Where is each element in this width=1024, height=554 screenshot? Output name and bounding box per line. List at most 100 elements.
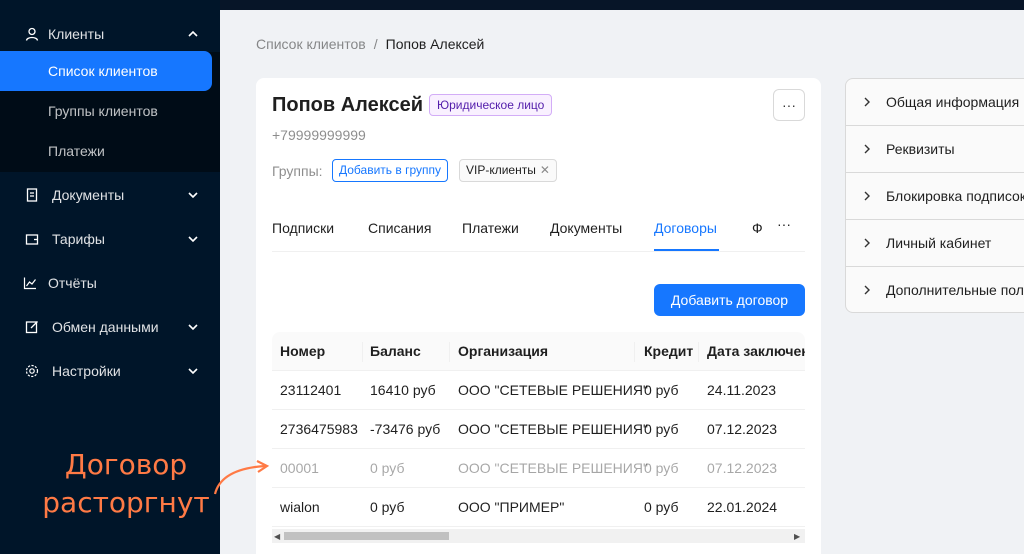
panel-item-label: Дополнительные поля — [886, 282, 1024, 298]
chevron-right-icon — [864, 144, 870, 154]
line-chart-icon — [23, 277, 36, 290]
scroll-left-icon[interactable]: ◀ — [274, 532, 280, 541]
horizontal-scrollbar[interactable]: ◀ ▶ — [272, 527, 805, 547]
client-type-tag: Юридическое лицо — [429, 94, 553, 116]
chevron-down-icon — [188, 236, 198, 243]
sidebar-item-label: Список клиентов — [48, 63, 158, 79]
column-header: Баланс — [370, 343, 421, 359]
sidebar-item-tariffs[interactable]: Тарифы — [0, 219, 220, 259]
sidebar-item-clients[interactable]: Клиенты — [0, 14, 220, 54]
breadcrumb: Список клиентов / Попов Алексей — [256, 36, 484, 52]
cell-date: 22.01.2024 — [707, 499, 778, 515]
info-panel: Общая информация Реквизиты Блокировка по… — [845, 78, 1024, 313]
annotation-callout: Договор расторгнут — [36, 446, 216, 522]
cell-balance: 0 руб — [370, 499, 405, 515]
column-header: Дата заключения — [707, 343, 805, 359]
groups-label: Группы: — [272, 163, 323, 179]
chevron-down-icon — [188, 324, 198, 331]
column-divider — [362, 342, 363, 362]
table-row[interactable]: 2736475983 -73476 руб ООО "СЕТЕВЫЕ РЕШЕН… — [272, 410, 805, 449]
chevron-right-icon — [864, 238, 870, 248]
ellipsis-icon: ··· — [782, 97, 796, 113]
column-divider — [449, 342, 450, 362]
cell-credit: 0 руб — [644, 421, 679, 437]
file-icon — [26, 188, 38, 202]
contracts-table: Номер Баланс Организация Кредит Дата зак… — [272, 332, 805, 547]
breadcrumb-current: Попов Алексей — [385, 36, 485, 52]
cell-date: 07.12.2023 — [707, 421, 778, 437]
client-card: Попов Алексей Юридическое лицо ··· +7999… — [256, 78, 821, 554]
tab-clipped[interactable]: Ф — [750, 208, 770, 248]
add-contract-button[interactable]: Добавить договор — [654, 284, 805, 316]
sidebar-item-client-groups[interactable]: Группы клиентов — [0, 91, 220, 131]
sidebar-item-label: Документы — [52, 187, 125, 203]
chevron-right-icon — [864, 285, 870, 295]
client-name: Попов Алексей — [272, 94, 424, 116]
table-row-terminated[interactable]: 00001 0 руб ООО "СЕТЕВЫЕ РЕШЕНИЯ" 0 руб … — [272, 449, 805, 488]
cell-organization: ООО "СЕТЕВЫЕ РЕШЕНИЯ" — [458, 460, 648, 476]
breadcrumb-link[interactable]: Список клиентов — [256, 36, 366, 52]
sidebar-item-reports[interactable]: Отчёты — [0, 263, 220, 303]
tab-subscriptions[interactable]: Подписки — [272, 220, 334, 236]
edit-icon — [25, 321, 38, 334]
more-actions-button[interactable]: ··· — [773, 89, 805, 121]
gear-icon — [25, 364, 39, 378]
sidebar-item-label: Клиенты — [48, 26, 105, 42]
table-row[interactable]: 23112401 16410 руб ООО "СЕТЕВЫЕ РЕШЕНИЯ"… — [272, 371, 805, 410]
cell-balance: 0 руб — [370, 460, 405, 476]
sidebar-item-data-exchange[interactable]: Обмен данными — [0, 307, 220, 347]
tab-contracts[interactable]: Договоры — [654, 220, 717, 236]
tab-charges[interactable]: Списания — [368, 220, 431, 236]
cell-organization: ООО "СЕТЕВЫЕ РЕШЕНИЯ" — [458, 421, 648, 437]
sidebar-item-label: Обмен данными — [52, 319, 159, 335]
table-row[interactable]: wialon 0 руб ООО "ПРИМЕР" 0 руб 22.01.20… — [272, 488, 805, 527]
tabs-more-button[interactable]: ··· — [777, 216, 791, 232]
group-tag: VIP-клиенты ✕ — [459, 159, 557, 182]
panel-item-label: Блокировка подписок — [886, 188, 1024, 204]
sidebar-item-label: Группы клиентов — [48, 103, 158, 119]
panel-item-label: Общая информация — [886, 94, 1020, 110]
panel-item-personal-account[interactable]: Личный кабинет — [846, 220, 1024, 267]
sidebar-item-settings[interactable]: Настройки — [0, 351, 220, 391]
column-divider — [634, 342, 635, 362]
cell-credit: 0 руб — [644, 460, 679, 476]
sidebar-item-documents[interactable]: Документы — [0, 175, 220, 215]
table-header: Номер Баланс Организация Кредит Дата зак… — [272, 332, 805, 371]
close-icon[interactable]: ✕ — [540, 163, 550, 177]
sidebar-item-label: Отчёты — [48, 275, 97, 291]
cell-number: 2736475983 — [280, 421, 358, 437]
panel-item-additional-fields[interactable]: Дополнительные поля — [846, 267, 1024, 312]
wallet-icon — [25, 234, 39, 245]
add-to-group-button[interactable]: Добавить в группу — [332, 159, 448, 182]
scroll-right-icon[interactable]: ▶ — [794, 532, 800, 541]
tabs: Подписки Списания Платежи Документы Дого… — [272, 208, 805, 252]
panel-item-requisites[interactable]: Реквизиты — [846, 126, 1024, 173]
client-phone: +79999999999 — [272, 127, 366, 143]
panel-item-label: Личный кабинет — [886, 235, 992, 251]
sidebar-item-label: Платежи — [48, 143, 105, 159]
scrollbar-thumb[interactable] — [284, 532, 449, 540]
cell-date: 07.12.2023 — [707, 460, 778, 476]
scrollbar-track[interactable]: ◀ ▶ — [272, 529, 805, 543]
tab-payments[interactable]: Платежи — [462, 220, 519, 236]
breadcrumb-separator: / — [373, 36, 378, 52]
active-tab-indicator — [654, 249, 719, 251]
column-header: Организация — [458, 343, 549, 359]
panel-item-subscription-block[interactable]: Блокировка подписок — [846, 173, 1024, 220]
chevron-right-icon — [864, 191, 870, 201]
cell-number: 23112401 — [280, 382, 342, 398]
annotation-line: расторгнут — [42, 486, 210, 519]
cell-number: wialon — [280, 499, 320, 515]
sidebar-item-client-list[interactable]: Список клиентов — [0, 51, 212, 91]
cell-balance: -73476 руб — [370, 421, 441, 437]
annotation-line: Договор — [64, 448, 188, 481]
sidebar-item-payments[interactable]: Платежи — [0, 131, 220, 171]
cell-organization: ООО "СЕТЕВЫЕ РЕШЕНИЯ" — [458, 382, 648, 398]
tab-documents[interactable]: Документы — [550, 220, 622, 236]
panel-item-general[interactable]: Общая информация — [846, 79, 1024, 126]
chevron-right-icon — [864, 97, 870, 107]
column-divider — [698, 342, 699, 362]
cell-number: 00001 — [280, 460, 319, 476]
chevron-down-icon — [188, 192, 198, 199]
sidebar-item-label: Настройки — [52, 363, 121, 379]
